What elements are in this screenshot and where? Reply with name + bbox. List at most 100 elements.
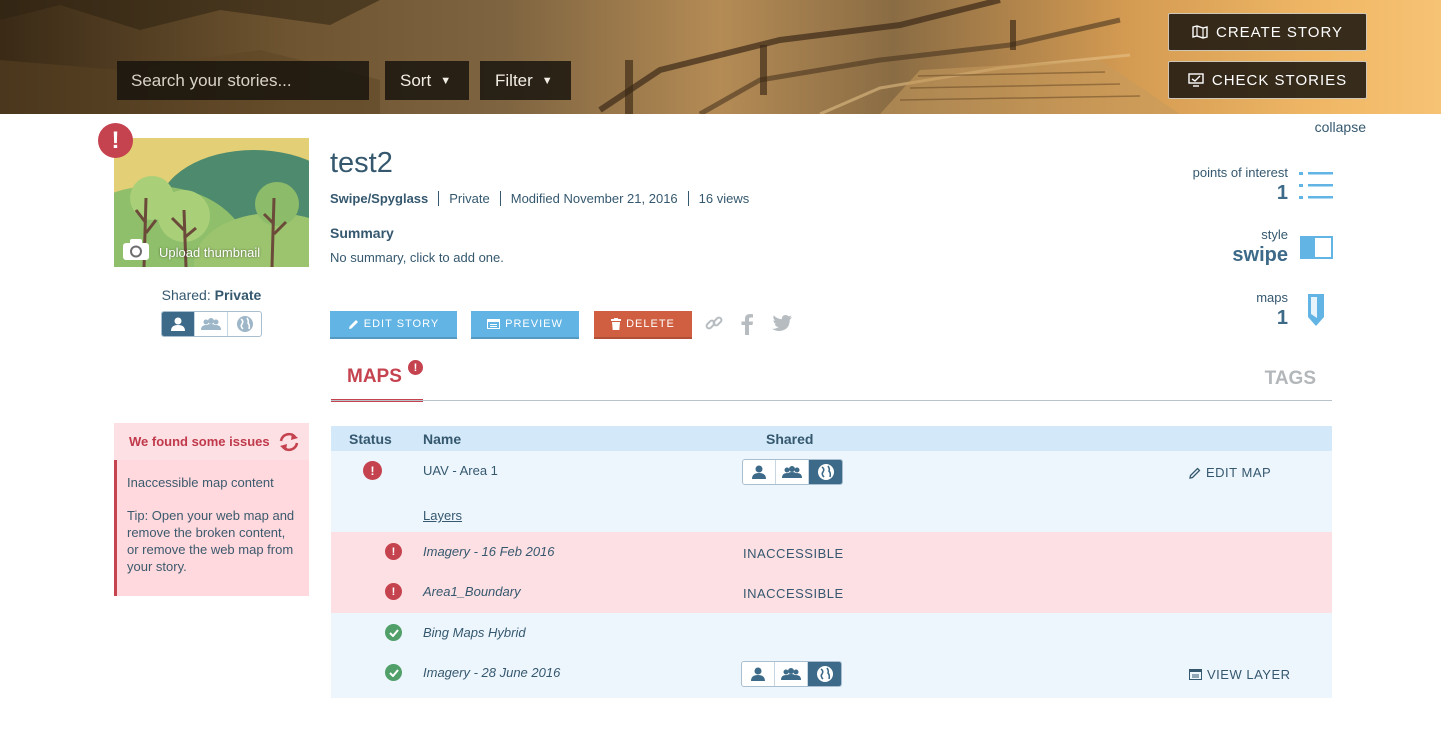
tab-maps-label: MAPS [347,366,402,387]
delete-label: DELETE [626,318,675,330]
share-private-button[interactable] [742,662,775,686]
map-book-icon [1192,25,1208,39]
alert-icon: ! [98,123,133,158]
issues-tip: Tip: Open your web map and remove the br… [127,508,295,574]
issues-message: Inaccessible map content [127,475,274,490]
error-icon: ! [363,461,382,480]
layers-link[interactable]: Layers [423,508,462,523]
preview-button[interactable]: PREVIEW [471,311,579,339]
chevron-down-icon: ▼ [440,74,452,87]
globe-icon [816,666,833,682]
poi-label: points of interest [1192,165,1288,180]
summary-label: Summary [330,225,394,241]
edit-map-button[interactable]: EDIT MAP [1189,465,1271,480]
twitter-icon[interactable] [771,313,793,333]
layer-name: Bing Maps Hybrid [423,625,526,640]
story-modified: Modified November 21, 2016 [499,191,688,206]
trash-icon [611,318,622,330]
swipe-layout-icon [1300,236,1333,259]
share-public-button[interactable] [809,460,842,484]
layer-name: Imagery - 28 June 2016 [423,665,561,680]
style-value: swipe [1232,244,1288,266]
delete-button[interactable]: DELETE [594,311,692,339]
pencil-icon [348,319,358,329]
filter-label: Filter [495,70,533,90]
create-story-button[interactable]: CREATE STORY [1168,13,1367,51]
edit-story-button[interactable]: EDIT STORY [330,311,457,339]
search-input[interactable] [117,61,369,100]
shared-status: Shared: Private [114,287,309,303]
map-pin-icon [1308,294,1324,326]
group-icon [201,318,221,330]
share-organization-button[interactable] [775,662,808,686]
table-header: Status Name Shared [331,426,1332,451]
map-name: UAV - Area 1 [423,463,498,478]
chevron-down-icon: ▼ [541,74,553,87]
edit-map-label: EDIT MAP [1206,465,1272,480]
error-icon: ! [385,543,402,560]
story-thumbnail[interactable]: Upload thumbnail [114,138,309,267]
group-icon [782,466,802,478]
tab-divider [331,400,1332,401]
col-status: Status [349,431,392,447]
col-shared: Shared [766,431,814,447]
preview-window-icon [1189,669,1202,680]
maps-value: 1 [1276,307,1288,329]
globe-icon [236,316,253,332]
layer-name: Imagery - 16 Feb 2016 [423,544,555,559]
edit-story-label: EDIT STORY [363,318,440,330]
facebook-icon[interactable] [740,313,754,335]
map-sharing-group [742,459,843,485]
group-icon [781,668,801,680]
error-icon: ! [385,583,402,600]
check-stories-label: CHECK STORIES [1211,71,1348,89]
layer-sharing-group [741,661,842,687]
create-story-label: CREATE STORY [1215,23,1344,41]
share-organization-button[interactable] [195,312,228,336]
checkmark-icon [385,664,402,681]
story-type: Swipe/Spyglass [330,191,429,206]
alert-icon: ! [408,360,423,375]
share-public-button[interactable] [228,312,261,336]
user-icon [171,317,185,331]
globe-icon [817,464,834,480]
user-icon [751,667,765,681]
sort-label: Sort [400,70,432,90]
header-banner: Sort ▼ Filter ▼ CREATE STORY CHECK STORI… [0,0,1441,114]
view-layer-button[interactable]: VIEW LAYER [1189,667,1291,682]
summary-text[interactable]: No summary, click to add one. [330,250,504,265]
view-layer-label: VIEW LAYER [1207,667,1291,682]
link-icon[interactable] [704,313,724,333]
sharing-toggle-group [161,311,262,337]
layer-name: Area1_Boundary [423,584,521,599]
share-private-button[interactable] [162,312,195,336]
layer-status-text: INACCESSIBLE [743,586,844,601]
style-label: style [1261,227,1288,242]
collapse-link[interactable]: collapse [1315,119,1366,135]
share-private-button[interactable] [743,460,776,484]
story-access: Private [438,191,499,206]
filter-dropdown[interactable]: Filter ▼ [480,61,571,100]
story-views: 16 views [687,191,760,206]
refresh-icon[interactable] [278,432,300,452]
col-name: Name [423,431,462,447]
story-title[interactable]: test2 [330,147,393,180]
sort-dropdown[interactable]: Sort ▼ [385,61,469,100]
share-public-button[interactable] [808,662,841,686]
check-stories-button[interactable]: CHECK STORIES [1168,61,1367,99]
issues-title: We found some issues [129,434,270,449]
layer-rows-error: ! Imagery - 16 Feb 2016 INACCESSIBLE ! A… [331,532,1332,613]
tab-tags[interactable]: TAGS [1265,368,1316,390]
maps-label: maps [1256,290,1288,305]
preview-window-icon [487,319,501,329]
poi-value: 1 [1276,182,1288,204]
monitor-check-icon [1188,73,1204,87]
story-meta: Swipe/Spyglass Private Modified November… [330,191,759,206]
layer-status-text: INACCESSIBLE [743,546,844,561]
map-row: ! UAV - Area 1 EDIT MAP Layers [331,451,1332,532]
share-organization-button[interactable] [776,460,809,484]
shared-value: Private [214,287,262,303]
checkmark-icon [385,624,402,641]
shared-prefix: Shared: [161,287,211,303]
upload-thumbnail-label: Upload thumbnail [159,245,261,260]
